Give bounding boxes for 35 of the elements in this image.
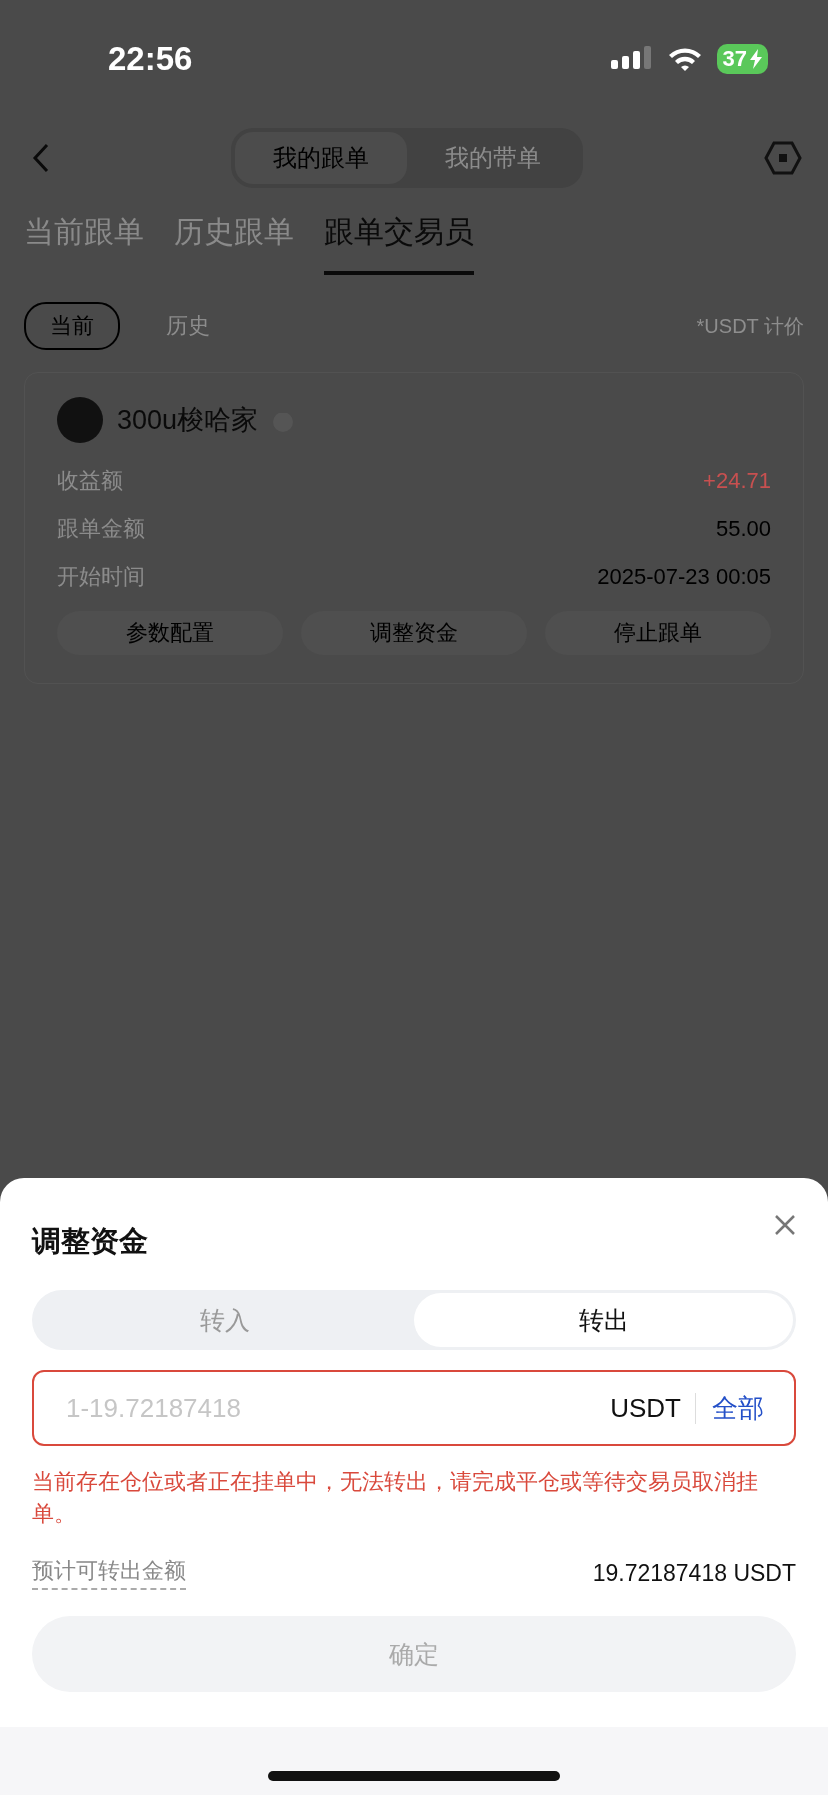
filter-chip[interactable]: 历史 xyxy=(140,302,236,350)
row-value: +24.71 xyxy=(703,468,771,494)
all-link[interactable]: 全部 xyxy=(696,1390,764,1426)
card-action-button[interactable]: 调整资金 xyxy=(301,611,527,655)
bolt-icon xyxy=(750,49,762,69)
battery-indicator: 37 xyxy=(716,44,768,74)
estimate-value: 19.72187418 USDT xyxy=(592,1559,796,1587)
card-action-button[interactable]: 参数配置 xyxy=(57,611,283,655)
trader-name: 300u梭哈家 xyxy=(117,404,259,437)
estimate-label: 预计可转出金额 xyxy=(32,1556,186,1590)
hexagon-icon[interactable] xyxy=(764,141,802,175)
back-icon[interactable] xyxy=(32,143,50,173)
mode-tab[interactable]: 我的带单 xyxy=(407,132,579,184)
avatar xyxy=(57,397,103,443)
sheet-title: 调整资金 xyxy=(32,1224,148,1259)
card-action-button[interactable]: 停止跟单 xyxy=(545,611,771,655)
status-time: 22:56 xyxy=(108,40,193,78)
filter-chip[interactable]: 当前 xyxy=(24,302,120,350)
amount-field[interactable]: 1-19.72187418 USDT 全部 xyxy=(32,1370,796,1446)
transfer-tab[interactable]: 转入 xyxy=(35,1293,414,1347)
row-label: 收益额 xyxy=(57,467,123,495)
unit-label: USDT xyxy=(610,1392,696,1424)
row-label: 跟单金额 xyxy=(57,515,145,543)
row-value: 2025-07-23 00:05 xyxy=(597,564,771,590)
row-value: 55.00 xyxy=(715,516,771,542)
signal-icon xyxy=(610,46,653,72)
error-message: 当前存在仓位或者正在挂单中，无法转出，请完成平仓或等待交易员取消挂单。 xyxy=(32,1468,759,1528)
transfer-tab[interactable]: 转出 xyxy=(414,1293,793,1347)
row-label: 开始时间 xyxy=(57,563,145,591)
tab[interactable]: 当前跟单 xyxy=(24,198,144,275)
mode-tab[interactable]: 我的跟单 xyxy=(235,132,407,184)
close-icon[interactable] xyxy=(774,1214,796,1236)
tab[interactable]: 跟单交易员 xyxy=(324,198,474,275)
unit-note: *USDT 计价 xyxy=(696,313,804,339)
tab[interactable]: 历史跟单 xyxy=(174,198,294,275)
